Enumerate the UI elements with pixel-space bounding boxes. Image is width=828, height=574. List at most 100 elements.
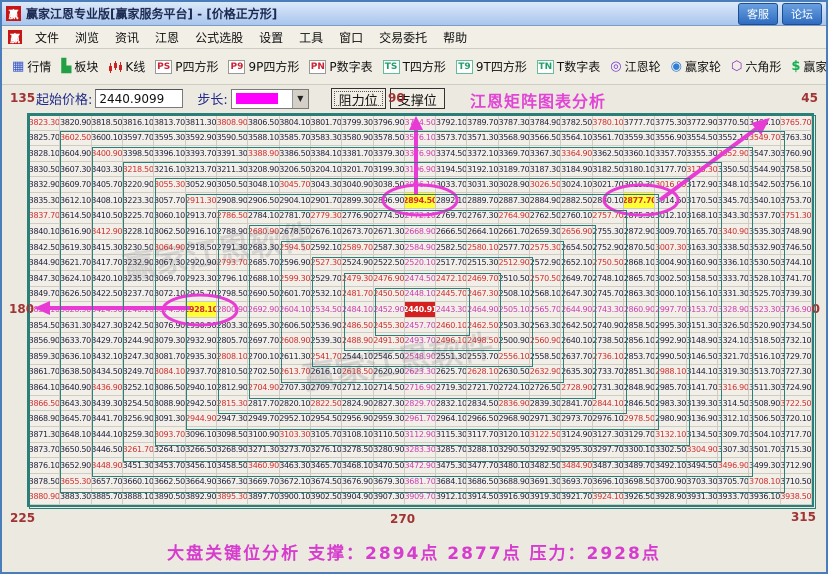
grid-cell[interactable]: 3806.50 (248, 115, 279, 131)
grid-cell[interactable]: 3465.70 (311, 458, 342, 474)
grid-cell[interactable]: 3000.10 (655, 287, 686, 303)
grid-cell[interactable]: 3513.70 (749, 365, 780, 381)
grid-cell[interactable]: 3019.30 (624, 177, 655, 193)
grid-cell[interactable]: 2486.50 (342, 318, 373, 334)
grid-cell[interactable]: 2834.50 (467, 396, 498, 412)
forum-button[interactable]: 论坛 (782, 3, 822, 25)
grid-cell[interactable]: 3295.30 (561, 443, 592, 459)
grid-cell[interactable]: 2935.30 (186, 349, 217, 365)
grid-cell[interactable]: 3115.30 (436, 427, 467, 443)
grid-cell[interactable]: 3660.10 (123, 474, 154, 490)
grid-cell[interactable]: 3453.70 (154, 458, 185, 474)
grid-cell[interactable]: 3496.90 (718, 458, 749, 474)
step-color-dropdown[interactable]: ▼ (231, 89, 309, 109)
grid-cell[interactable]: 2904.10 (280, 193, 311, 209)
grid-cell[interactable]: 3319.30 (718, 365, 749, 381)
grid-cell[interactable]: 3936.10 (749, 489, 780, 505)
grid-cell[interactable]: 2644.90 (561, 302, 592, 318)
grid-cell[interactable]: 2779.30 (311, 209, 342, 225)
grid-cell[interactable]: 3876.10 (29, 458, 60, 474)
grid-cell[interactable]: 3674.50 (311, 474, 342, 490)
grid-cell[interactable]: 3880.90 (29, 489, 60, 505)
grid-cell[interactable]: 3741.70 (781, 271, 812, 287)
grid-cell[interactable]: 2870.50 (624, 240, 655, 256)
grid-cell[interactable]: 3312.10 (718, 411, 749, 427)
grid-cell[interactable]: 3235.30 (123, 271, 154, 287)
grid-cell[interactable]: 2690.50 (248, 287, 279, 303)
grid-cell[interactable]: 2520.10 (405, 255, 436, 271)
grid-cell[interactable]: 2911.30 (186, 193, 217, 209)
grid-cell[interactable]: 3844.90 (29, 255, 60, 271)
grid-cell[interactable]: 2937.70 (186, 365, 217, 381)
grid-cell[interactable]: 3264.10 (154, 443, 185, 459)
grid-cell[interactable]: 2896.90 (374, 193, 405, 209)
grid-cell[interactable]: 2596.90 (280, 255, 311, 271)
grid-cell[interactable]: 2949.70 (248, 411, 279, 427)
grid-cell[interactable]: 2913.70 (186, 209, 217, 225)
grid-cell[interactable]: 3096.10 (186, 427, 217, 443)
grid-cell[interactable]: 3624.10 (60, 271, 91, 287)
grid-cell[interactable]: 2848.90 (624, 380, 655, 396)
grid-cell[interactable]: 3244.90 (123, 333, 154, 349)
grid-cell[interactable]: 2635.30 (561, 365, 592, 381)
grid-cell[interactable]: 3374.50 (436, 146, 467, 162)
grid-cell[interactable]: 3084.10 (154, 365, 185, 381)
menu-file[interactable]: 文件 (27, 27, 67, 48)
grid-cell[interactable]: 2440.91 (405, 302, 436, 318)
grid-cell[interactable]: 3290.50 (499, 443, 530, 459)
grid-cell[interactable]: 3444.10 (92, 427, 123, 443)
grid-cell[interactable]: 2601.70 (280, 287, 311, 303)
grid-cell[interactable]: 2784.10 (248, 209, 279, 225)
menu-formula-stock-pick[interactable]: 公式选股 (187, 27, 251, 48)
grid-cell[interactable]: 3146.50 (687, 349, 718, 365)
grid-cell[interactable]: 3736.90 (781, 302, 812, 318)
grid-cell[interactable]: 3129.70 (624, 427, 655, 443)
grid-cell[interactable]: 3069.70 (154, 271, 185, 287)
grid-cell[interactable]: 2978.50 (624, 411, 655, 427)
grid-cell[interactable]: 2918.50 (186, 240, 217, 256)
grid-cell[interactable]: 3076.90 (154, 318, 185, 334)
grid-cell[interactable]: 3009.70 (655, 224, 686, 240)
grid-cell[interactable]: 2628.10 (467, 365, 498, 381)
grid-cell[interactable]: 3007.30 (655, 240, 686, 256)
grid-cell[interactable]: 3132.10 (655, 427, 686, 443)
grid-cell[interactable]: 3703.30 (687, 474, 718, 490)
grid-cell[interactable]: 2844.10 (593, 396, 624, 412)
grid-cell[interactable]: 3256.90 (123, 411, 154, 427)
grid-cell[interactable]: 3801.70 (311, 115, 342, 131)
grid-cell[interactable]: 3840.10 (29, 224, 60, 240)
grid-cell[interactable]: 3892.90 (186, 489, 217, 505)
grid-cell[interactable]: 3868.90 (29, 411, 60, 427)
grid-cell[interactable]: 2820.10 (280, 396, 311, 412)
grid-cell[interactable]: 3110.50 (374, 427, 405, 443)
grid-cell[interactable]: 2973.70 (561, 411, 592, 427)
grid-cell[interactable]: 2856.10 (624, 333, 655, 349)
grid-cell[interactable]: 2481.70 (342, 287, 373, 303)
menu-browse[interactable]: 浏览 (67, 27, 107, 48)
grid-cell[interactable]: 3475.30 (436, 458, 467, 474)
grid-cell[interactable]: 3352.90 (718, 146, 749, 162)
grid-cell[interactable]: 3172.90 (687, 177, 718, 193)
grid-cell[interactable]: 3376.90 (405, 146, 436, 162)
grid-cell[interactable]: 3187.30 (530, 162, 561, 178)
grid-cell[interactable]: 2944.90 (186, 411, 217, 427)
grid-cell[interactable]: 2983.30 (655, 396, 686, 412)
grid-cell[interactable]: 3122.50 (530, 427, 561, 443)
grid-cell[interactable]: 3086.50 (154, 380, 185, 396)
grid-cell[interactable]: 2678.50 (280, 224, 311, 240)
grid-cell[interactable]: 2541.70 (311, 349, 342, 365)
grid-cell[interactable]: 3328.90 (718, 302, 749, 318)
menu-tools[interactable]: 工具 (291, 27, 331, 48)
grid-cell[interactable]: 3883.30 (60, 489, 91, 505)
grid-cell[interactable]: 2673.70 (342, 224, 373, 240)
grid-cell[interactable]: 3432.10 (92, 349, 123, 365)
grid-cell[interactable]: 2880.10 (593, 193, 624, 209)
grid-cell[interactable]: 2443.30 (436, 302, 467, 318)
grid-cell[interactable]: 3050.50 (217, 177, 248, 193)
grid-cell[interactable]: 2577.70 (499, 240, 530, 256)
grid-cell[interactable]: 3890.50 (154, 489, 185, 505)
grid-cell[interactable]: 3184.90 (561, 162, 592, 178)
grid-cell[interactable]: 2743.30 (593, 302, 624, 318)
grid-cell[interactable]: 3393.70 (186, 146, 217, 162)
grid-cell[interactable]: 2851.30 (624, 365, 655, 381)
